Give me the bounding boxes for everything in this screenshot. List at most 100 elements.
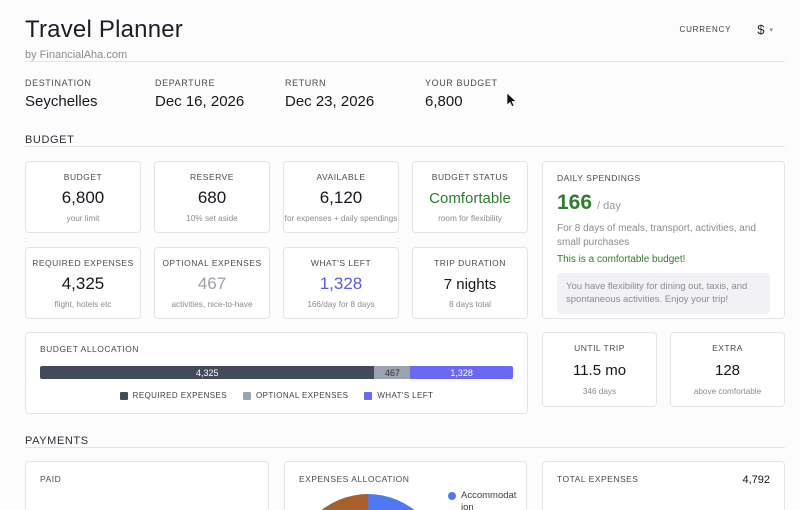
card-trip-duration: TRIP DURATION 7 nights 8 days total bbox=[412, 247, 528, 319]
countdown-cards: UNTIL TRIP 11.5 mo 346 days EXTRA 128 ab… bbox=[542, 332, 785, 407]
expenses-pie-chart bbox=[293, 494, 443, 510]
departure-input[interactable]: Dec 16, 2026 bbox=[155, 93, 285, 110]
title-block: Travel Planner by FinancialAha.com bbox=[25, 16, 183, 61]
daily-note: This is a comfortable budget! bbox=[557, 254, 770, 265]
card-value: 6,120 bbox=[320, 188, 363, 208]
allocation-bar: 4,325 467 1,328 bbox=[40, 366, 513, 379]
allocation-segment-required: 4,325 bbox=[40, 366, 374, 379]
legend-item-whats-left: WHAT'S LEFT bbox=[364, 391, 433, 400]
card-value: 4,325 bbox=[62, 274, 105, 294]
trip-inputs: DESTINATION Seychelles DEPARTURE Dec 16,… bbox=[25, 78, 785, 110]
total-expenses-value: 4,792 bbox=[742, 474, 770, 486]
card-label: RESERVE bbox=[190, 172, 234, 182]
paid-label: PAID bbox=[40, 474, 254, 484]
chevron-down-icon: ▾ bbox=[769, 26, 773, 34]
daily-value: 166 bbox=[557, 191, 592, 215]
return-input[interactable]: Dec 23, 2026 bbox=[285, 93, 420, 110]
card-label: REQUIRED EXPENSES bbox=[32, 258, 134, 268]
card-whats-left: WHAT'S LEFT 1,328 166/day for 8 days bbox=[283, 247, 399, 319]
card-label: BUDGET bbox=[64, 172, 102, 182]
allocation-legend: REQUIRED EXPENSES OPTIONAL EXPENSES WHAT… bbox=[40, 391, 513, 400]
divider bbox=[25, 447, 785, 448]
card-value: 1,328 bbox=[320, 274, 363, 294]
budget-field: YOUR BUDGET 6,800 bbox=[425, 78, 555, 110]
payments-row: PAID EXPENSES ALLOCATION Accommodation T… bbox=[25, 461, 785, 510]
card-value: 11.5 mo bbox=[573, 362, 626, 379]
card-caption: 166/day for 8 days bbox=[307, 300, 374, 309]
card-label: EXTRA bbox=[712, 343, 743, 353]
travel-planner-app: Travel Planner by FinancialAha.com CURRE… bbox=[0, 0, 800, 510]
departure-label: DEPARTURE bbox=[155, 78, 285, 88]
legend-swatch-required bbox=[120, 392, 128, 400]
card-caption: activities, nice-to-have bbox=[172, 300, 253, 309]
currency-label: CURRENCY bbox=[680, 25, 732, 34]
card-label: UNTIL TRIP bbox=[574, 343, 625, 353]
departure-field: DEPARTURE Dec 16, 2026 bbox=[155, 78, 285, 110]
card-caption: flight, hotels etc bbox=[55, 300, 112, 309]
card-label: AVAILABLE bbox=[316, 172, 365, 182]
card-budget: BUDGET 6,800 your limit bbox=[25, 161, 141, 233]
header: Travel Planner by FinancialAha.com CURRE… bbox=[25, 0, 785, 61]
divider bbox=[25, 61, 785, 62]
card-value: 680 bbox=[198, 188, 226, 208]
currency-select[interactable]: $ ▾ bbox=[757, 22, 773, 37]
return-field: RETURN Dec 23, 2026 bbox=[285, 78, 420, 110]
card-caption: above comfortable bbox=[694, 387, 761, 396]
allocation-segment-optional: 467 bbox=[374, 366, 410, 379]
daily-unit: / day bbox=[597, 200, 621, 212]
page-subtitle: by FinancialAha.com bbox=[25, 49, 183, 61]
card-caption: room for flexibility bbox=[438, 214, 502, 223]
pie-legend-item-accommodation: Accommodation bbox=[448, 490, 518, 510]
daily-value-row: 166 / day bbox=[557, 191, 770, 215]
destination-input[interactable]: Seychelles bbox=[25, 93, 155, 110]
legend-swatch-optional bbox=[243, 392, 251, 400]
daily-description: For 8 days of meals, transport, activiti… bbox=[557, 222, 770, 249]
card-total-expenses: TOTAL EXPENSES 4,792 bbox=[542, 461, 785, 510]
payments-section-title: PAYMENTS bbox=[25, 435, 785, 447]
destination-label: DESTINATION bbox=[25, 78, 155, 88]
daily-tip: You have flexibility for dining out, tax… bbox=[557, 273, 770, 314]
card-expenses-allocation: EXPENSES ALLOCATION Accommodation bbox=[284, 461, 527, 510]
card-paid: PAID bbox=[25, 461, 269, 510]
card-required-expenses: REQUIRED EXPENSES 4,325 flight, hotels e… bbox=[25, 247, 141, 319]
legend-swatch-whats-left bbox=[364, 392, 372, 400]
divider bbox=[25, 146, 785, 147]
card-daily-spendings: DAILY SPENDINGS 166 / day For 8 days of … bbox=[542, 161, 785, 319]
budget-input[interactable]: 6,800 bbox=[425, 93, 555, 110]
card-reserve: RESERVE 680 10% set aside bbox=[154, 161, 270, 233]
return-label: RETURN bbox=[285, 78, 420, 88]
card-extra: EXTRA 128 above comfortable bbox=[670, 332, 785, 407]
daily-spendings-label: DAILY SPENDINGS bbox=[557, 173, 770, 183]
card-caption: 346 days bbox=[583, 387, 616, 396]
currency-control: CURRENCY $ ▾ bbox=[680, 22, 774, 37]
allocation-segment-whats-left: 1,328 bbox=[410, 366, 513, 379]
total-expenses-label: TOTAL EXPENSES bbox=[557, 474, 638, 484]
card-value: Comfortable bbox=[429, 190, 511, 207]
card-caption: 8 days total bbox=[449, 300, 491, 309]
card-label: BUDGET STATUS bbox=[432, 172, 508, 182]
card-optional-expenses: OPTIONAL EXPENSES 467 activities, nice-t… bbox=[154, 247, 270, 319]
card-until-trip: UNTIL TRIP 11.5 mo 346 days bbox=[542, 332, 657, 407]
currency-value: $ bbox=[757, 22, 764, 37]
allocation-row: BUDGET ALLOCATION 4,325 467 1,328 REQUIR… bbox=[25, 332, 785, 414]
card-caption: for expenses + daily spendings bbox=[285, 214, 398, 223]
card-caption: your limit bbox=[67, 214, 100, 223]
card-label: WHAT'S LEFT bbox=[311, 258, 371, 268]
budget-allocation-card: BUDGET ALLOCATION 4,325 467 1,328 REQUIR… bbox=[25, 332, 528, 414]
legend-item-required: REQUIRED EXPENSES bbox=[120, 391, 227, 400]
budget-label: YOUR BUDGET bbox=[425, 78, 555, 88]
card-caption: 10% set aside bbox=[186, 214, 237, 223]
card-budget-status: BUDGET STATUS Comfortable room for flexi… bbox=[412, 161, 528, 233]
page-title: Travel Planner bbox=[25, 16, 183, 44]
legend-dot-accommodation bbox=[448, 492, 456, 500]
budget-area: BUDGET 6,800 your limit RESERVE 680 10% … bbox=[25, 161, 785, 319]
legend-item-optional: OPTIONAL EXPENSES bbox=[243, 391, 348, 400]
expenses-allocation-label: EXPENSES ALLOCATION bbox=[299, 474, 512, 484]
budget-allocation-label: BUDGET ALLOCATION bbox=[40, 344, 513, 354]
card-value: 7 nights bbox=[444, 276, 497, 293]
card-label: TRIP DURATION bbox=[434, 258, 506, 268]
legend-label: OPTIONAL EXPENSES bbox=[256, 391, 348, 400]
card-value: 467 bbox=[198, 274, 226, 294]
card-label: OPTIONAL EXPENSES bbox=[162, 258, 261, 268]
budget-cards-grid: BUDGET 6,800 your limit RESERVE 680 10% … bbox=[25, 161, 528, 319]
